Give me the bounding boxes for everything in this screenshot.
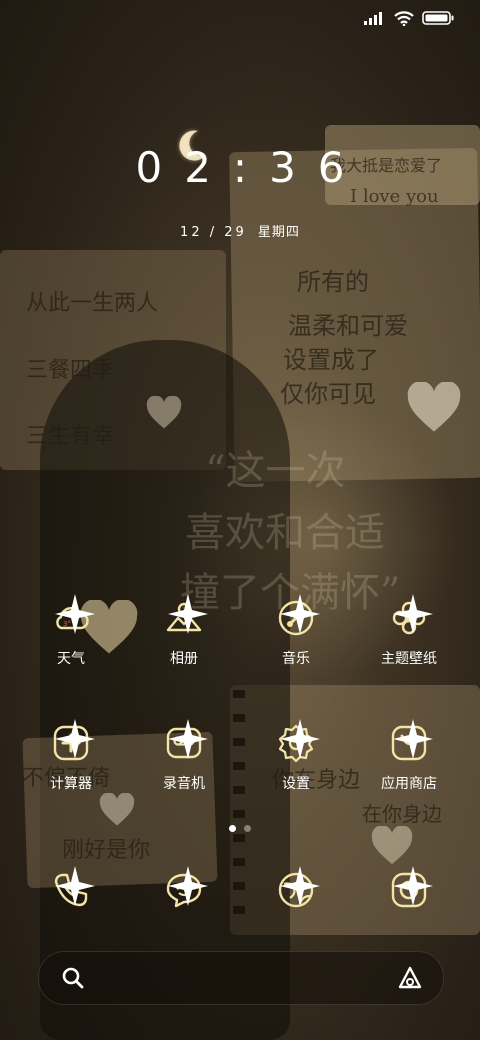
wallpaper-text: 仅你可见 [280,380,376,408]
camera-icon [389,866,433,910]
app-label: 相册 [170,651,198,667]
app-settings[interactable]: 设置 [246,719,346,793]
wifi-icon [394,11,414,26]
dock-messages[interactable] [134,866,234,910]
date-label: 12 / 29 [180,225,247,240]
weekday-label: 星期四 [257,225,300,240]
notebook-rings [233,690,245,930]
app-label: 天气 [57,651,85,667]
app-recorder[interactable]: 录音机 [134,719,234,793]
heart-icon [145,395,183,430]
status-bar [364,10,454,26]
app-label: 设置 [282,776,310,792]
calculator-icon [51,719,95,763]
app-calculator[interactable]: 计算器 [21,719,121,793]
wallpaper-text: 刚好是你 [62,838,151,863]
dock-phone[interactable] [21,866,121,910]
battery-full-icon [422,11,454,25]
messages-icon [164,866,208,910]
phone-icon [51,866,95,910]
app-label: 主题壁纸 [381,651,437,667]
clock-date[interactable]: 12 / 29 星期四 [0,221,480,240]
gallery-icon [164,594,208,638]
signal-bars-icon [364,12,382,25]
search-bar[interactable] [38,951,444,1005]
dock-browser[interactable] [246,866,346,910]
heart-balloon-icon [405,381,463,434]
weather-cloud-icon: 3° [51,594,95,638]
app-music[interactable]: 音乐 [246,594,346,668]
wallpaper-text: “这一次 [205,448,346,494]
page-dot [244,825,251,832]
heart-icon [370,825,414,866]
app-store[interactable]: 应用商店 [359,719,459,793]
heart-icon [98,792,136,827]
settings-gear-icon [276,719,320,763]
themes-flower-icon [389,594,433,638]
search-icon[interactable] [61,966,85,990]
wallpaper-text: 在你身边 [362,802,442,826]
app-label: 录音机 [163,776,205,792]
wallpaper-text: 三生有幸 [26,424,115,449]
wallpaper-text: 所有的 [297,268,369,296]
wallpaper-text: 设置成了 [283,346,379,374]
clock-time[interactable]: 02:36 [0,143,480,192]
app-label: 应用商店 [381,776,437,792]
wallpaper-text: 温柔和可爱 [288,312,408,340]
app-weather[interactable]: 3° 天气 [21,594,121,668]
wallpaper-text: 三餐四季 [26,358,115,383]
assistant-icon[interactable] [397,965,423,991]
app-label: 音乐 [282,651,310,667]
browser-icon [276,866,320,910]
page-dot-active [229,825,236,832]
wallpaper-text: 喜欢和合适 [185,510,385,556]
page-indicator [0,825,480,832]
app-themes[interactable]: 主题壁纸 [359,594,459,668]
app-label: 计算器 [50,776,92,792]
wallpaper-text: 从此一生两人 [26,291,159,316]
app-gallery[interactable]: 相册 [134,594,234,668]
app-store-icon [389,719,433,763]
music-icon [276,594,320,638]
recorder-icon [164,719,208,763]
dock-camera[interactable] [359,866,459,910]
